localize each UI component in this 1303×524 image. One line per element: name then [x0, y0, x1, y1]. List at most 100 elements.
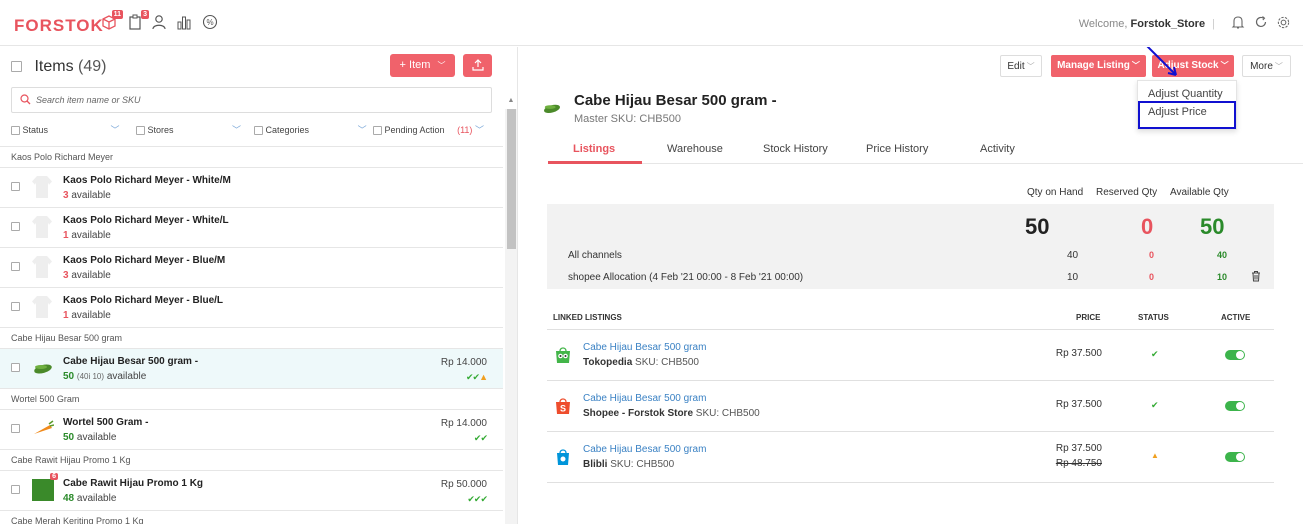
listing-name-link[interactable]: Cabe Hijau Besar 500 gram	[583, 393, 706, 404]
listing-name-link[interactable]: Cabe Hijau Besar 500 gram	[583, 444, 706, 455]
gear-icon[interactable]	[1276, 15, 1291, 33]
linked-listings-header: LINKED LISTINGS PRICE STATUS ACTIVE	[547, 305, 1274, 330]
store-name[interactable]: Forstok_Store	[1131, 18, 1206, 30]
item-list: Kaos Polo Richard Meyer Kaos Polo Richar…	[0, 146, 503, 524]
master-sku: Master SKU: CHB500	[574, 113, 681, 125]
upload-icon	[471, 59, 484, 71]
chili-thumbnail	[32, 357, 54, 379]
listing-price: Rp 37.500	[1055, 399, 1102, 410]
list-item[interactable]: Kaos Polo Richard Meyer - Blue/M 3 avail…	[0, 247, 503, 287]
tab-listings[interactable]: Listings	[573, 143, 615, 155]
search-input[interactable]: Search item name or SKU	[11, 87, 492, 113]
bar-chart-icon[interactable]	[174, 14, 194, 34]
status-icons: ✔✔▲	[465, 372, 488, 382]
list-item[interactable]: Wortel 500 Gram - 50 available Rp 14.000…	[0, 409, 503, 449]
percent-icon[interactable]: %	[200, 14, 220, 34]
refresh-icon[interactable]	[1254, 15, 1268, 32]
tab-stock-history[interactable]: Stock History	[763, 143, 828, 155]
trash-icon[interactable]	[1251, 270, 1261, 285]
svg-text:S: S	[560, 404, 566, 414]
chevron-down-icon: ﹀	[1274, 62, 1283, 71]
filter-stores[interactable]: Stores ﹀	[136, 123, 241, 136]
list-item[interactable]: Kaos Polo Richard Meyer - Blue/L 1 avail…	[0, 287, 503, 327]
linked-listing-row: Cabe Hijau Besar 500 gram Blibli SKU: CH…	[547, 432, 1274, 483]
welcome-text: Welcome, Forstok_Store |	[1078, 18, 1215, 30]
chevron-down-icon: ﹀	[110, 125, 120, 135]
tab-activity[interactable]: Activity	[980, 143, 1015, 155]
check-icon: ✔	[1151, 349, 1159, 359]
listing-old-price: Rp 48.750	[1055, 458, 1102, 469]
active-toggle[interactable]	[1225, 350, 1245, 360]
filter-status[interactable]: Status ﹀	[11, 123, 120, 136]
tokopedia-icon	[555, 346, 571, 364]
qty-summary: 50 0 50	[547, 204, 1274, 246]
check-icon: ✔	[1151, 400, 1159, 410]
top-bar: FORSTOK 11 3 % Welcome, Forstok_Store |	[0, 0, 1303, 46]
available-qty-header: Available Qty	[1170, 187, 1229, 198]
listing-name-link[interactable]: Cabe Hijau Besar 500 gram	[583, 342, 706, 353]
chevron-down-icon: ﹀	[232, 125, 242, 135]
bundle-badge: 6	[50, 473, 58, 480]
warning-icon: ▲	[1151, 451, 1159, 460]
items-count: (49)	[78, 58, 107, 75]
items-panel: Items (49) + Item ﹀ Search item name or …	[0, 47, 518, 524]
box-icon[interactable]: 11	[99, 10, 123, 34]
menu-item-adjust-quantity[interactable]: Adjust Quantity	[1148, 88, 1223, 100]
filter-categories[interactable]: Categories ﹀	[254, 123, 367, 136]
more-button[interactable]: More ﹀	[1242, 55, 1291, 77]
list-item[interactable]: Kaos Polo Richard Meyer - White/L 1 avai…	[0, 207, 503, 247]
shirt-thumbnail	[32, 216, 54, 238]
qty-on-hand-total: 50	[1025, 214, 1050, 239]
linked-listing-row: S Cabe Hijau Besar 500 gram Shopee - For…	[547, 381, 1274, 432]
shirt-thumbnail	[32, 296, 54, 318]
filter-pending-action[interactable]: Pending Action (11) ﹀	[373, 123, 484, 136]
edit-button[interactable]: Edit ﹀	[1000, 55, 1042, 77]
forstok-logo[interactable]: FORSTOK	[14, 16, 104, 36]
box-badge: 11	[111, 10, 123, 19]
list-item[interactable]: Kaos Polo Richard Meyer - White/M 3 avai…	[0, 167, 503, 207]
user-icon[interactable]	[149, 14, 169, 34]
select-all-checkbox[interactable]	[11, 61, 22, 73]
chevron-down-icon: ﹀	[474, 125, 484, 135]
chevron-down-icon: ﹀	[357, 125, 367, 135]
chevron-down-icon: ﹀	[437, 61, 446, 70]
group-header: Cabe Hijau Besar 500 gram	[0, 327, 503, 348]
list-item[interactable]: 6 Cabe Rawit Hijau Promo 1 Kg 48 availab…	[0, 470, 503, 510]
group-header: Cabe Rawit Hijau Promo 1 Kg	[0, 449, 503, 470]
scrollbar[interactable]: ▲	[505, 97, 517, 524]
upload-button[interactable]	[463, 54, 492, 77]
reserved-qty-total: 0	[1141, 214, 1154, 239]
scrollbar-thumb[interactable]	[507, 109, 516, 249]
qty-row-allocation: shopee Allocation (4 Feb '21 00:00 - 8 F…	[547, 267, 1274, 289]
chili-bundle-thumbnail: 6	[32, 473, 58, 501]
bell-icon[interactable]	[1231, 15, 1245, 33]
product-thumbnail	[542, 98, 562, 118]
reserved-qty-header: Reserved Qty	[1096, 187, 1158, 198]
scroll-up-icon[interactable]: ▲	[505, 97, 517, 104]
warning-icon: ▲	[479, 372, 488, 382]
listing-price: Rp 37.500	[1055, 443, 1102, 454]
chevron-down-icon: ﹀	[1131, 61, 1140, 70]
shopee-icon: S	[555, 397, 571, 415]
blibli-icon	[555, 448, 571, 466]
group-header: Kaos Polo Richard Meyer	[0, 146, 503, 167]
manage-listing-button[interactable]: Manage Listing ﹀	[1051, 55, 1146, 77]
tab-price-history[interactable]: Price History	[866, 143, 928, 155]
qty-on-hand-header: Qty on Hand	[1027, 187, 1084, 198]
shirt-thumbnail	[32, 256, 54, 278]
tab-warehouse[interactable]: Warehouse	[667, 143, 723, 155]
active-toggle[interactable]	[1225, 401, 1245, 411]
qty-row-all-channels: All channels 40 0 40	[547, 245, 1274, 267]
active-toggle[interactable]	[1225, 452, 1245, 462]
shirt-thumbnail	[32, 176, 54, 198]
listing-price: Rp 37.500	[1055, 348, 1102, 359]
annotation-arrow	[1146, 47, 1177, 76]
list-item-selected[interactable]: Cabe Hijau Besar 500 gram - 50 (40i 10) …	[0, 348, 503, 388]
add-item-button[interactable]: + Item ﹀	[390, 54, 455, 77]
svg-text:%: %	[206, 18, 213, 27]
linked-listings: LINKED LISTINGS PRICE STATUS ACTIVE Cabe…	[547, 305, 1274, 483]
annotation-highlight-box	[1138, 101, 1236, 129]
available-qty-total: 50	[1200, 214, 1225, 239]
clipboard-icon[interactable]: 3	[125, 10, 149, 34]
clipboard-badge: 3	[141, 10, 149, 19]
